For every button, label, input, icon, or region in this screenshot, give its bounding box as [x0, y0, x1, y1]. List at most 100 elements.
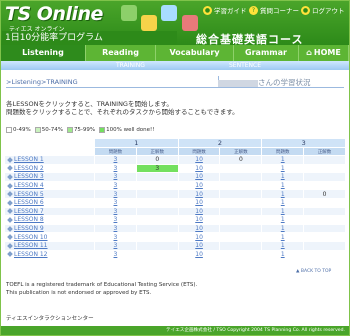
lesson-link[interactable]: LESSON 11 [4, 240, 95, 251]
subnav-training[interactable]: TRAINING [116, 61, 145, 70]
question-link[interactable]: ? 質問コーナー [249, 5, 299, 15]
logout-link-label: ログアウト [312, 7, 345, 15]
question-count-link[interactable]: 10 [177, 223, 221, 234]
question-count-link[interactable]: 1 [261, 163, 305, 174]
bullet-icon [7, 225, 13, 232]
question-count-link[interactable]: 10 [177, 215, 221, 225]
question-count-link[interactable]: 1 [261, 155, 305, 165]
question-count-link[interactable]: 1 [261, 232, 305, 242]
correct-count [303, 197, 346, 208]
logout-link[interactable]: ● ログアウト [301, 5, 345, 15]
tab-listening[interactable]: Listening [1, 45, 86, 61]
table-row: LESSON 10 3 10 1 [4, 232, 346, 242]
question-count-link[interactable]: 3 [94, 197, 137, 208]
question-count-link[interactable]: 3 [94, 223, 137, 234]
lesson-link[interactable]: LESSON 9 [4, 223, 95, 234]
question-count-link[interactable]: 3 [94, 249, 137, 260]
subnav-sentence[interactable]: SENTENCE [229, 61, 261, 70]
correct-count [303, 206, 346, 217]
question-count-link[interactable]: 1 [261, 215, 305, 225]
correct-count [219, 215, 263, 225]
blank-header [4, 147, 95, 156]
question-count-link[interactable]: 3 [94, 180, 137, 191]
course-title: 総合基礎英語コース [196, 33, 304, 45]
bullet-icon [7, 208, 13, 215]
question-count-link[interactable]: 10 [177, 206, 221, 217]
question-link-label: 質問コーナー [260, 7, 299, 15]
question-count-link[interactable]: 10 [177, 240, 221, 251]
logout-icon: ● [301, 5, 310, 15]
instruction-line-1: 各LESSONをクリックすると、TRAININGを開始します。 [6, 100, 173, 108]
question-count-link[interactable]: 1 [261, 172, 305, 182]
lesson-link[interactable]: LESSON 1 [4, 155, 95, 165]
correct-count [303, 249, 346, 260]
guide-link-label: 学習ガイド [214, 7, 247, 15]
lesson-link[interactable]: LESSON 7 [4, 206, 95, 217]
correct-count [219, 180, 263, 191]
site-logo[interactable]: TS Online [5, 3, 103, 25]
lesson-link[interactable]: LESSON 6 [4, 197, 95, 208]
lesson-label: LESSON 11 [14, 242, 48, 250]
user-status: さんの学習状況 [218, 77, 348, 88]
question-count-link[interactable]: 3 [94, 189, 137, 199]
question-count-link[interactable]: 1 [261, 240, 305, 251]
lesson-link[interactable]: LESSON 12 [4, 249, 95, 260]
question-count-link[interactable]: 3 [94, 163, 137, 174]
lesson-link[interactable]: LESSON 4 [4, 180, 95, 191]
breadcrumb-listening[interactable]: >Listening [6, 78, 41, 86]
back-to-top-link[interactable]: ▲ BACK TO TOP [296, 269, 331, 274]
legend-swatch [99, 127, 106, 133]
question-count-link[interactable]: 3 [94, 215, 137, 225]
trademark-notes: TOEFL is a registered trademark of Educa… [6, 281, 197, 297]
question-count-link[interactable]: 1 [261, 223, 305, 234]
question-count-link[interactable]: 10 [177, 172, 221, 182]
question-count-link[interactable]: 3 [94, 155, 137, 165]
question-count-link[interactable]: 1 [261, 249, 305, 260]
correct-count [135, 189, 179, 199]
question-count-link[interactable]: 1 [261, 206, 305, 217]
trademark-line-1: TOEFL is a registered trademark of Educa… [6, 282, 198, 288]
bullet-icon [7, 199, 13, 206]
lesson-label: LESSON 1 [14, 156, 44, 164]
group-header-row: 1 2 3 [4, 138, 346, 148]
blank-header [4, 138, 95, 148]
question-count-link[interactable]: 1 [261, 180, 305, 191]
instruction-line-2: 問題数をクリックすることで、それぞれのタスクから開始することもできます。 [6, 108, 239, 116]
lesson-link[interactable]: LESSON 10 [4, 232, 95, 242]
question-count-link[interactable]: 10 [177, 155, 221, 165]
tab-grammar[interactable]: Grammar [234, 45, 299, 61]
lesson-link[interactable]: LESSON 3 [4, 172, 95, 182]
correct-count [303, 232, 346, 242]
question-count-link[interactable]: 3 [94, 240, 137, 251]
question-count-link[interactable]: 1 [261, 189, 305, 199]
correct-header: 正解数 [219, 147, 263, 156]
lesson-link[interactable]: LESSON 8 [4, 215, 95, 225]
question-count-link[interactable]: 3 [94, 232, 137, 242]
home-button[interactable]: ⌂ HOME [299, 45, 349, 61]
legend-label: 50-74% [41, 127, 63, 133]
tab-reading[interactable]: Reading [86, 45, 156, 61]
question-count-link[interactable]: 10 [177, 249, 221, 260]
correct-count [219, 240, 263, 251]
question-icon: ? [249, 5, 258, 15]
question-count-link[interactable]: 10 [177, 197, 221, 208]
question-count-link[interactable]: 10 [177, 189, 221, 199]
question-count-link[interactable]: 10 [177, 232, 221, 242]
program-subtitle: 1日10分能率プログラム [2, 31, 177, 45]
legend-label: 100% well done!! [106, 127, 155, 133]
main-tabs: Listening Reading Vocabulary Grammar ⌂ HO… [1, 45, 349, 61]
lesson-link[interactable]: LESSON 2 [4, 163, 95, 174]
lesson-label: LESSON 5 [14, 190, 44, 198]
question-count-link[interactable]: 1 [261, 197, 305, 208]
question-count-link[interactable]: 10 [177, 180, 221, 191]
tab-vocabulary[interactable]: Vocabulary [156, 45, 234, 61]
question-count-link[interactable]: 3 [94, 172, 137, 182]
question-count-link[interactable]: 3 [94, 206, 137, 217]
guide-link[interactable]: ● 学習ガイド [203, 5, 247, 15]
bullet-icon [7, 191, 13, 198]
correct-count [219, 223, 263, 234]
question-count-link[interactable]: 10 [177, 163, 221, 174]
correct-count [135, 249, 179, 260]
lesson-link[interactable]: LESSON 5 [4, 189, 95, 199]
correct-count [219, 232, 263, 242]
